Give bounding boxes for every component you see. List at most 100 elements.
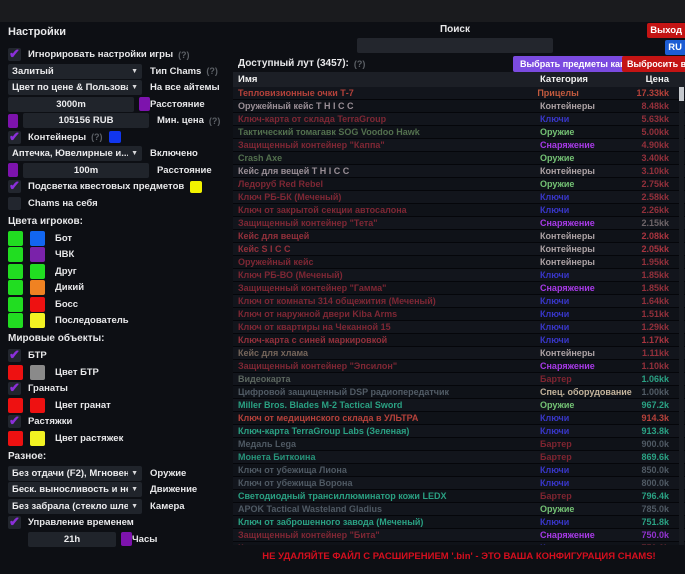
color-swatch[interactable]	[30, 398, 45, 413]
color-swatch[interactable]	[190, 181, 202, 193]
checkbox[interactable]: ✔	[8, 48, 21, 61]
color-swatch[interactable]	[30, 365, 45, 380]
column-header-name[interactable]: Имя	[233, 74, 540, 85]
text-input[interactable]: 105156 RUB	[23, 113, 149, 128]
loot-row[interactable]: APOK Tactical Wasteland GladiusОружие785…	[233, 503, 685, 516]
loot-row[interactable]: Медаль LegaБартер900.0k	[233, 438, 685, 451]
checkbox[interactable]: ✔	[8, 349, 21, 362]
loot-row[interactable]: Ледоруб Red RebelОружие2.75kk	[233, 178, 685, 191]
color-swatch[interactable]	[8, 264, 23, 279]
loot-row[interactable]: Оружейный кейсКонтейнеры1.95kk	[233, 256, 685, 269]
color-swatch[interactable]	[8, 365, 23, 380]
color-swatch[interactable]	[8, 431, 23, 446]
section-heading: Мировые объекты:	[8, 333, 234, 344]
loot-name: Ключ от убежища Лиона	[233, 465, 540, 475]
loot-row[interactable]: Ключ-карта с синей маркировкойКлючи1.17k…	[233, 334, 685, 347]
loot-row[interactable]: Светодиодный трансиллюминатор кожи LEDXБ…	[233, 490, 685, 503]
color-swatch[interactable]	[8, 280, 23, 295]
color-swatch[interactable]	[121, 532, 132, 546]
dropdown[interactable]: Аптечка, Ювелирные и...▼	[8, 146, 142, 161]
loot-row[interactable]: Ключ от медицинского склада в УЛЬТРАКлюч…	[233, 412, 685, 425]
loot-row[interactable]: Кейс для вещейКонтейнеры2.08kk	[233, 230, 685, 243]
loot-row[interactable]: Тактический томагавк SOG Voodoo HawkОруж…	[233, 126, 685, 139]
chevron-down-icon: ▼	[131, 486, 138, 493]
text-input[interactable]: 21h	[28, 532, 116, 547]
color-swatch[interactable]	[8, 231, 23, 246]
exit-button[interactable]: Выход	[647, 23, 685, 38]
loot-row[interactable]: Ключ от квартиры на Чеканной 15Ключи1.29…	[233, 321, 685, 334]
color-swatch[interactable]	[30, 313, 45, 328]
color-swatch[interactable]	[30, 264, 45, 279]
checkbox[interactable]	[8, 197, 21, 210]
setting-row: 105156 RUBМин. цена(?)	[8, 113, 234, 128]
color-swatch[interactable]	[8, 313, 23, 328]
loot-row[interactable]: Crash AxeОружие3.40kk	[233, 152, 685, 165]
color-swatch[interactable]	[30, 280, 45, 295]
checkbox[interactable]: ✔	[8, 382, 21, 395]
dropdown[interactable]: Залитый▼	[8, 64, 142, 79]
checkbox[interactable]: ✔	[8, 516, 21, 529]
scrollbar-thumb[interactable]	[679, 87, 684, 101]
loot-row[interactable]: Монета БиткоинаБартер869.6k	[233, 451, 685, 464]
loot-row[interactable]: Кейс для вещей T H I C CКонтейнеры3.10kk	[233, 165, 685, 178]
checkbox[interactable]: ✔	[8, 180, 21, 193]
loot-row[interactable]: Ключ от закрытой секции автосалонаКлючи2…	[233, 204, 685, 217]
loot-row[interactable]: Ключ-карта TerraGroup Labs (Зеленая)Ключ…	[233, 425, 685, 438]
color-swatch[interactable]	[139, 97, 150, 111]
loot-row[interactable]: Ключ-карта от склада TerraGroupКлючи5.63…	[233, 113, 685, 126]
color-swatch[interactable]	[30, 247, 45, 262]
setting-label: Цвет растяжек	[55, 433, 123, 444]
setting-row: ✔БТР	[8, 348, 234, 363]
loot-row[interactable]: Ключ РБ-ВО (Меченый)Ключи1.85kk	[233, 269, 685, 282]
checkbox[interactable]: ✔	[8, 415, 21, 428]
search-input[interactable]	[357, 38, 553, 53]
color-swatch[interactable]	[8, 247, 23, 262]
loot-row[interactable]: Защищенный контейнер "Эпсилон"Снаряжение…	[233, 360, 685, 373]
loot-row[interactable]: ВидеокартаБартер1.06kk	[233, 373, 685, 386]
column-header-category[interactable]: Категория	[540, 74, 640, 85]
loot-row[interactable]: Тепловизионные очки Т-7Прицелы17.33kk	[233, 87, 685, 100]
loot-category: Ключи	[540, 205, 640, 215]
loot-row[interactable]: Ключ от убежища ВоронаКлючи800.0k	[233, 477, 685, 490]
column-header-price[interactable]: Цена	[640, 74, 685, 85]
text-input[interactable]: 3000m	[8, 97, 134, 112]
loot-row[interactable]: Ключ РБ-БК (Меченый)Ключи2.58kk	[233, 191, 685, 204]
color-swatch[interactable]	[8, 398, 23, 413]
language-button[interactable]: RU	[665, 40, 685, 55]
loot-category: Оружие	[540, 400, 640, 410]
loot-row[interactable]: Кейс для хламаКонтейнеры1.11kk	[233, 347, 685, 360]
setting-label: Контейнеры	[28, 132, 86, 143]
loot-row[interactable]: Ключ-картаКлючи750.0k	[233, 542, 685, 545]
loot-row[interactable]: Ключ от убежища ЛионаКлючи850.0k	[233, 464, 685, 477]
loot-title: Доступный лут (3457):	[238, 58, 349, 69]
loot-row[interactable]: Защищенный контейнер "Гамма"Снаряжение1.…	[233, 282, 685, 295]
loot-row[interactable]: Ключ от заброшенного завода (Меченый)Клю…	[233, 516, 685, 529]
dropdown[interactable]: Цвет по цене & Пользователь▼	[8, 80, 142, 95]
color-swatch[interactable]	[30, 231, 45, 246]
loot-category: Ключи	[540, 114, 640, 124]
drop-all-button[interactable]: Выбросить все	[622, 56, 685, 72]
loot-row[interactable]: Цифровой защищенный DSP радиопередатчикС…	[233, 386, 685, 399]
color-swatch[interactable]	[30, 431, 45, 446]
color-swatch[interactable]	[109, 131, 121, 143]
color-swatch[interactable]	[30, 297, 45, 312]
dropdown[interactable]: Без отдачи (F2), Мгновенное п▼	[8, 466, 142, 481]
loot-category: Бартер	[540, 439, 640, 449]
color-swatch[interactable]	[8, 114, 18, 128]
text-input[interactable]: 100m	[23, 163, 149, 178]
loot-row[interactable]: Оружейный кейс T H I C CКонтейнеры8.48kk	[233, 100, 685, 113]
dropdown[interactable]: Без забрала (стекло шлема)▼	[8, 499, 142, 514]
table-scrollbar[interactable]	[679, 87, 684, 545]
loot-row[interactable]: Защищенный контейнер "Бита"Снаряжение750…	[233, 529, 685, 542]
loot-row[interactable]: Ключ от комнаты 314 общежития (Меченый)К…	[233, 295, 685, 308]
loot-row[interactable]: Miller Bros. Blades M-2 Tactical SwordОр…	[233, 399, 685, 412]
loot-row[interactable]: Защищенный контейнер "Каппа"Снаряжение4.…	[233, 139, 685, 152]
color-swatch[interactable]	[8, 297, 23, 312]
color-swatch[interactable]	[8, 163, 18, 177]
loot-category: Бартер	[540, 491, 640, 501]
loot-row[interactable]: Кейс S I C CКонтейнеры2.05kk	[233, 243, 685, 256]
dropdown[interactable]: Беск. выносливость и нет уста▼	[8, 482, 142, 497]
loot-row[interactable]: Защищенный контейнер "Тета"Снаряжение2.1…	[233, 217, 685, 230]
loot-row[interactable]: Ключ от наружной двери Kiba ArmsКлючи1.5…	[233, 308, 685, 321]
checkbox[interactable]: ✔	[8, 131, 21, 144]
